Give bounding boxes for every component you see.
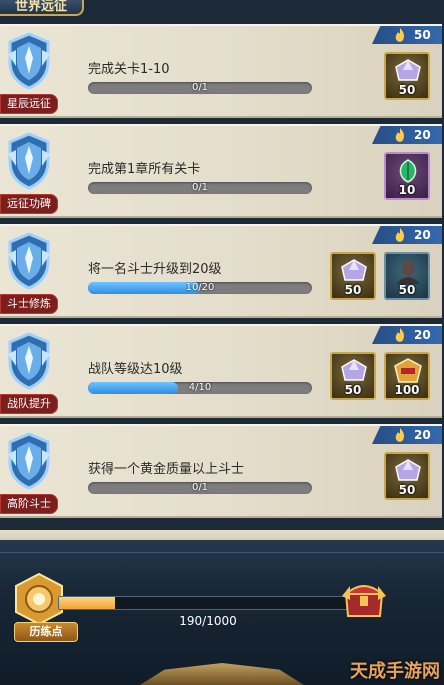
reward-slot[interactable]: 100	[384, 352, 430, 400]
task-description: 将一名斗士升级到20级	[88, 262, 222, 277]
flame-icon	[395, 228, 404, 242]
points-value: 20	[414, 228, 431, 242]
task-card[interactable]: 战队提升 战队等级达10级 4/10 20 50 100	[0, 324, 442, 418]
flame-icon	[395, 428, 404, 442]
reward-quantity: 50	[398, 83, 416, 97]
category-label: 远征功碑	[0, 194, 58, 214]
purple-gem-icon	[393, 458, 423, 484]
shield-emblem-icon	[8, 232, 50, 290]
task-description: 完成第1章所有关卡	[88, 162, 201, 177]
points-tab: 50	[372, 26, 442, 44]
reward-slot[interactable]: 50	[384, 252, 430, 300]
flame-icon	[395, 28, 404, 42]
hero-portrait-icon	[393, 258, 423, 284]
green-leaf-icon	[393, 158, 423, 184]
flame-icon	[395, 328, 404, 342]
bottom-ornament	[140, 663, 304, 685]
total-progress-bar	[58, 596, 356, 610]
reward-slot[interactable]: 50	[330, 252, 376, 300]
points-value: 20	[414, 428, 431, 442]
task-description: 获得一个黄金质量以上斗士	[88, 462, 245, 477]
task-progress-bar: 0/1	[88, 82, 312, 94]
points-tab: 20	[372, 126, 442, 144]
points-value: 20	[414, 128, 431, 142]
reward-chest-icon[interactable]	[340, 576, 388, 620]
watermark: 天成手游网	[350, 661, 440, 682]
task-card[interactable]: 斗士修炼 将一名斗士升级到20级 10/20 20 50 50	[0, 224, 442, 318]
points-tab: 20	[372, 326, 442, 344]
task-progress-text: 0/1	[191, 482, 209, 493]
shield-emblem-icon	[8, 32, 50, 90]
task-card[interactable]: 星辰远征 完成关卡1-10 0/1 50 50	[0, 24, 442, 118]
shield-emblem-icon	[8, 332, 50, 390]
task-progress-text: 4/10	[188, 382, 212, 393]
points-tab: 20	[372, 426, 442, 444]
task-progress-bar: 10/20	[88, 282, 312, 294]
reward-quantity: 100	[394, 383, 420, 397]
purple-gem-icon	[339, 258, 369, 284]
category-label: 高阶斗士	[0, 494, 58, 514]
reward-quantity: 50	[344, 383, 362, 397]
reward-slot[interactable]: 50	[384, 52, 430, 100]
total-progress-fill	[59, 597, 116, 609]
points-tab: 20	[372, 226, 442, 244]
shield-emblem-icon	[8, 132, 50, 190]
task-progress-text: 10/20	[185, 282, 215, 293]
task-card[interactable]: 远征功碑 完成第1章所有关卡 0/1 20 10	[0, 124, 442, 218]
reward-quantity: 10	[398, 183, 416, 197]
task-description: 战队等级达10级	[88, 362, 183, 377]
gold-emblem-icon	[393, 358, 423, 384]
divider	[0, 552, 444, 553]
flame-icon	[395, 128, 404, 142]
shield-emblem-icon	[8, 432, 50, 490]
category-label: 战队提升	[0, 394, 58, 414]
reward-quantity: 50	[344, 283, 362, 297]
task-card[interactable]: 高阶斗士 获得一个黄金质量以上斗士 0/1 20 50	[0, 424, 442, 518]
task-progress-bar: 0/1	[88, 482, 312, 494]
task-progress-text: 0/1	[191, 82, 209, 93]
task-progress-bar: 4/10	[88, 382, 312, 394]
points-value: 20	[414, 328, 431, 342]
task-progress-bar: 0/1	[88, 182, 312, 194]
task-progress-text: 0/1	[191, 182, 209, 193]
list-end-stripe	[0, 530, 444, 540]
reward-slot[interactable]: 50	[330, 352, 376, 400]
points-value: 50	[414, 28, 431, 42]
purple-gem-icon	[339, 358, 369, 384]
page-title: 世界远征	[0, 0, 84, 16]
category-label: 斗士修炼	[0, 294, 58, 314]
task-description: 完成关卡1-10	[88, 62, 170, 77]
reward-quantity: 50	[398, 483, 416, 497]
reward-slot[interactable]: 10	[384, 152, 430, 200]
total-progress-text: 190/1000	[179, 614, 237, 628]
reward-slot[interactable]: 50	[384, 452, 430, 500]
category-label: 星辰远征	[0, 94, 58, 114]
purple-gem-icon	[393, 58, 423, 84]
reward-quantity: 50	[398, 283, 416, 297]
summary-panel: 历练点 190/1000 天成手游网	[0, 530, 444, 685]
